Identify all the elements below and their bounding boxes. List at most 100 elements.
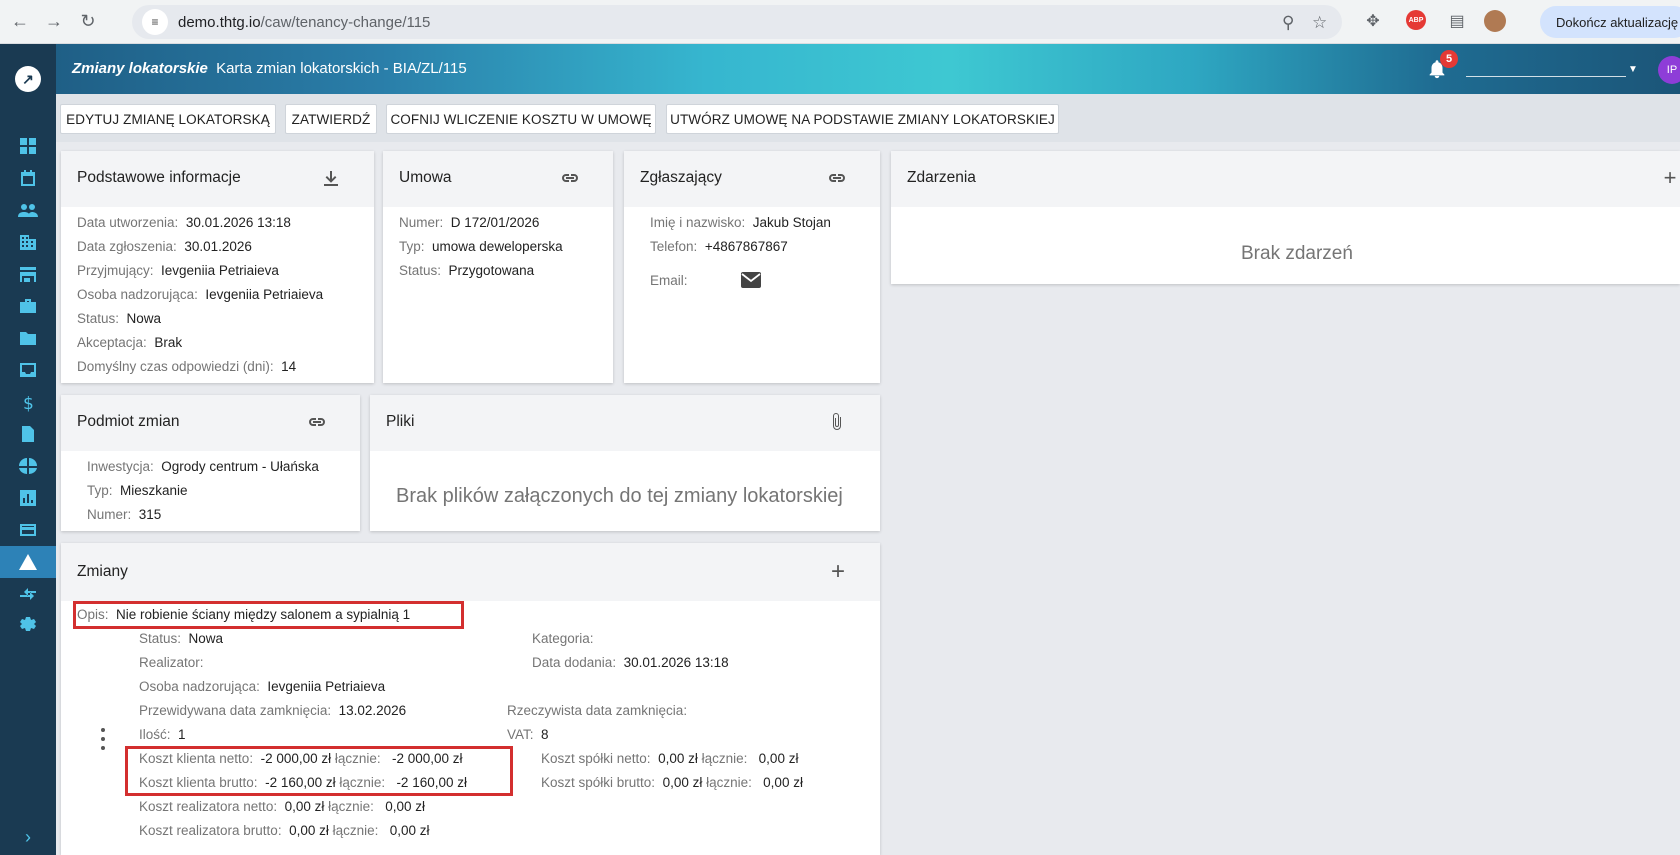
card-title: Zmiany [77,563,128,580]
reporter-card: Zgłaszający Imię i nazwisko: Jakub Stoja… [624,151,880,383]
notifications-count-badge: 5 [1440,50,1458,68]
field-contract-status: Status: Przygotowana [399,263,535,278]
field-investment: Inwestycja: Ogrody centrum - Ułańska [87,459,319,474]
link-icon[interactable] [306,411,328,433]
bar-chart-icon[interactable] [0,482,56,514]
events-empty-message: Brak zdarzeń [1241,243,1353,264]
card-title: Umowa [399,169,452,186]
project-select[interactable] [1466,76,1626,77]
events-card: Zdarzenia + Brak zdarzeń [891,151,1680,284]
field-description: Opis: Nie robienie ściany między salonem… [77,607,411,622]
profile-avatar-icon[interactable] [1484,10,1506,32]
site-settings-icon[interactable]: ≡ [142,9,168,35]
field-change-supervisor: Osoba nadzorująca: Ievgeniia Petriaieva [139,679,386,694]
adblock-icon[interactable]: ABP [1406,10,1426,30]
email-envelope-icon[interactable] [740,271,762,289]
files-card: Pliki Brak plików załączonych do tej zmi… [370,395,880,531]
address-bar[interactable]: ≡ demo.thtg.io/caw/tenancy-change/115 ⚲ … [132,5,1342,39]
breadcrumb-current: Karta zmian lokatorskich - BIA/ZL/115 [216,60,467,77]
briefcase-icon[interactable] [0,290,56,322]
field-response-time: Domyślny czas odpowiedzi (dni): 14 [77,359,297,374]
link-icon[interactable] [559,167,581,189]
people-icon[interactable] [0,194,56,226]
card-title: Zdarzenia [907,169,976,186]
dollar-icon[interactable]: $ [0,386,56,418]
svg-text:$: $ [23,394,34,412]
field-realizer-cost-gross: Koszt realizatora brutto: 0,00 zł łączni… [139,823,430,838]
calendar-icon[interactable] [0,162,56,194]
expand-sidebar-icon[interactable]: › [0,819,56,855]
document-icon[interactable] [0,418,56,450]
link-icon[interactable] [826,167,848,189]
add-change-plus-icon[interactable]: + [827,558,849,585]
field-contract-type: Typ: umowa deweloperska [399,239,563,254]
field-client-cost-net: Koszt klienta netto: -2 000,00 zł łączni… [139,751,463,766]
bookmark-star-icon[interactable]: ☆ [1312,13,1327,33]
field-company-cost-net: Koszt spółki netto: 0,00 zł łącznie: 0,0… [541,751,799,766]
card-title: Podstawowe informacje [77,169,241,186]
field-subject-number: Numer: 315 [87,507,162,522]
folder-icon[interactable] [0,322,56,354]
extensions-puzzle-icon[interactable]: ▤ [1446,10,1468,32]
field-planned-close: Przewidywana data zamknięcia: 13.02.2026 [139,703,407,718]
reload-icon[interactable]: ↻ [74,8,102,36]
field-actual-close: Rzeczywista data zamknięcia: [507,703,688,718]
add-event-plus-icon[interactable]: + [1659,165,1680,190]
field-added-date: Data dodania: 30.01.2026 13:18 [532,655,729,670]
breadcrumb: Zmiany lokatorskie Karta zmian lokatorsk… [72,60,467,77]
download-icon[interactable] [320,167,342,189]
revert-cost-button[interactable]: COFNIJ WLICZENIE KOSZTU W UMOWĘ [386,104,656,134]
card-title: Podmiot zmian [77,413,180,430]
transfer-icon[interactable] [0,578,56,610]
field-created-date: Data utworzenia: 30.01.2026 13:18 [77,215,291,230]
edit-tenancy-change-button[interactable]: EDYTUJ ZMIANĘ LOKATORSKĄ [60,104,276,134]
user-avatar[interactable]: IP [1658,56,1680,84]
basic-info-card: Podstawowe informacje Data utworzenia: 3… [61,151,374,383]
attachment-paperclip-icon[interactable] [826,411,848,433]
row-menu-kebab-icon[interactable] [97,728,109,750]
building-icon[interactable] [0,226,56,258]
field-report-date: Data zgłoszenia: 30.01.2026 [77,239,252,254]
warning-icon[interactable] [0,546,56,578]
browser-toolbar: ← → ↻ ≡ demo.thtg.io/caw/tenancy-change/… [0,0,1680,44]
approve-button[interactable]: ZATWIERDŹ [285,104,377,134]
field-reporter-email: Email: [650,273,688,288]
field-supervisor: Osoba nadzorująca: Ievgeniia Petriaieva [77,287,324,302]
pie-chart-icon[interactable] [0,450,56,482]
field-quantity: Ilość: 1 [139,727,186,742]
forward-arrow-icon[interactable]: → [40,8,68,36]
settings-gear-icon[interactable] [0,610,56,642]
sidebar: ↗ $ › [0,44,56,855]
card-title: Zgłaszający [640,169,722,186]
inbox-icon[interactable] [0,354,56,386]
subject-card: Podmiot zmian Inwestycja: Ogrody centrum… [61,395,360,531]
field-subject-type: Typ: Mieszkanie [87,483,188,498]
url-text: demo.thtg.io/caw/tenancy-change/115 [178,13,431,31]
create-contract-button[interactable]: UTWÓRZ UMOWĘ NA PODSTAWIE ZMIANY LOKATOR… [666,104,1059,134]
changes-card: Zmiany + Opis: Nie robienie ściany międz… [61,543,880,855]
files-empty-message: Brak plików załączonych do tej zmiany lo… [396,485,843,507]
card-title: Pliki [386,413,415,430]
field-change-status: Status: Nowa [139,631,224,646]
field-reporter-phone: Telefon: +4867867867 [650,239,788,254]
field-status: Status: Nowa [77,311,162,326]
card-icon[interactable] [0,514,56,546]
store-icon[interactable] [0,258,56,290]
field-realizer-cost-net: Koszt realizatora netto: 0,00 zł łącznie… [139,799,425,814]
back-arrow-icon[interactable]: ← [6,8,34,36]
field-client-cost-gross: Koszt klienta brutto: -2 160,00 zł łączn… [139,775,467,790]
field-category: Kategoria: [532,631,594,646]
zoom-icon[interactable]: ⚲ [1282,13,1294,33]
app-logo-icon[interactable]: ↗ [15,66,41,92]
extension-move-icon[interactable]: ✥ [1362,10,1384,32]
field-vat: VAT: 8 [507,727,549,742]
breadcrumb-root[interactable]: Zmiany lokatorskie [72,60,208,77]
dashboard-icon[interactable] [0,130,56,162]
field-receiver: Przyjmujący: Ievgeniia Petriaieva [77,263,279,278]
field-company-cost-gross: Koszt spółki brutto: 0,00 zł łącznie: 0,… [541,775,803,790]
app-header: Zmiany lokatorskie Karta zmian lokatorsk… [56,44,1680,94]
chevron-down-icon[interactable]: ▼ [1628,64,1638,75]
finish-update-button[interactable]: Dokończ aktualizację [1540,6,1680,38]
field-contract-number: Numer: D 172/01/2026 [399,215,540,230]
contract-card: Umowa Numer: D 172/01/2026 Typ: umowa de… [383,151,613,383]
